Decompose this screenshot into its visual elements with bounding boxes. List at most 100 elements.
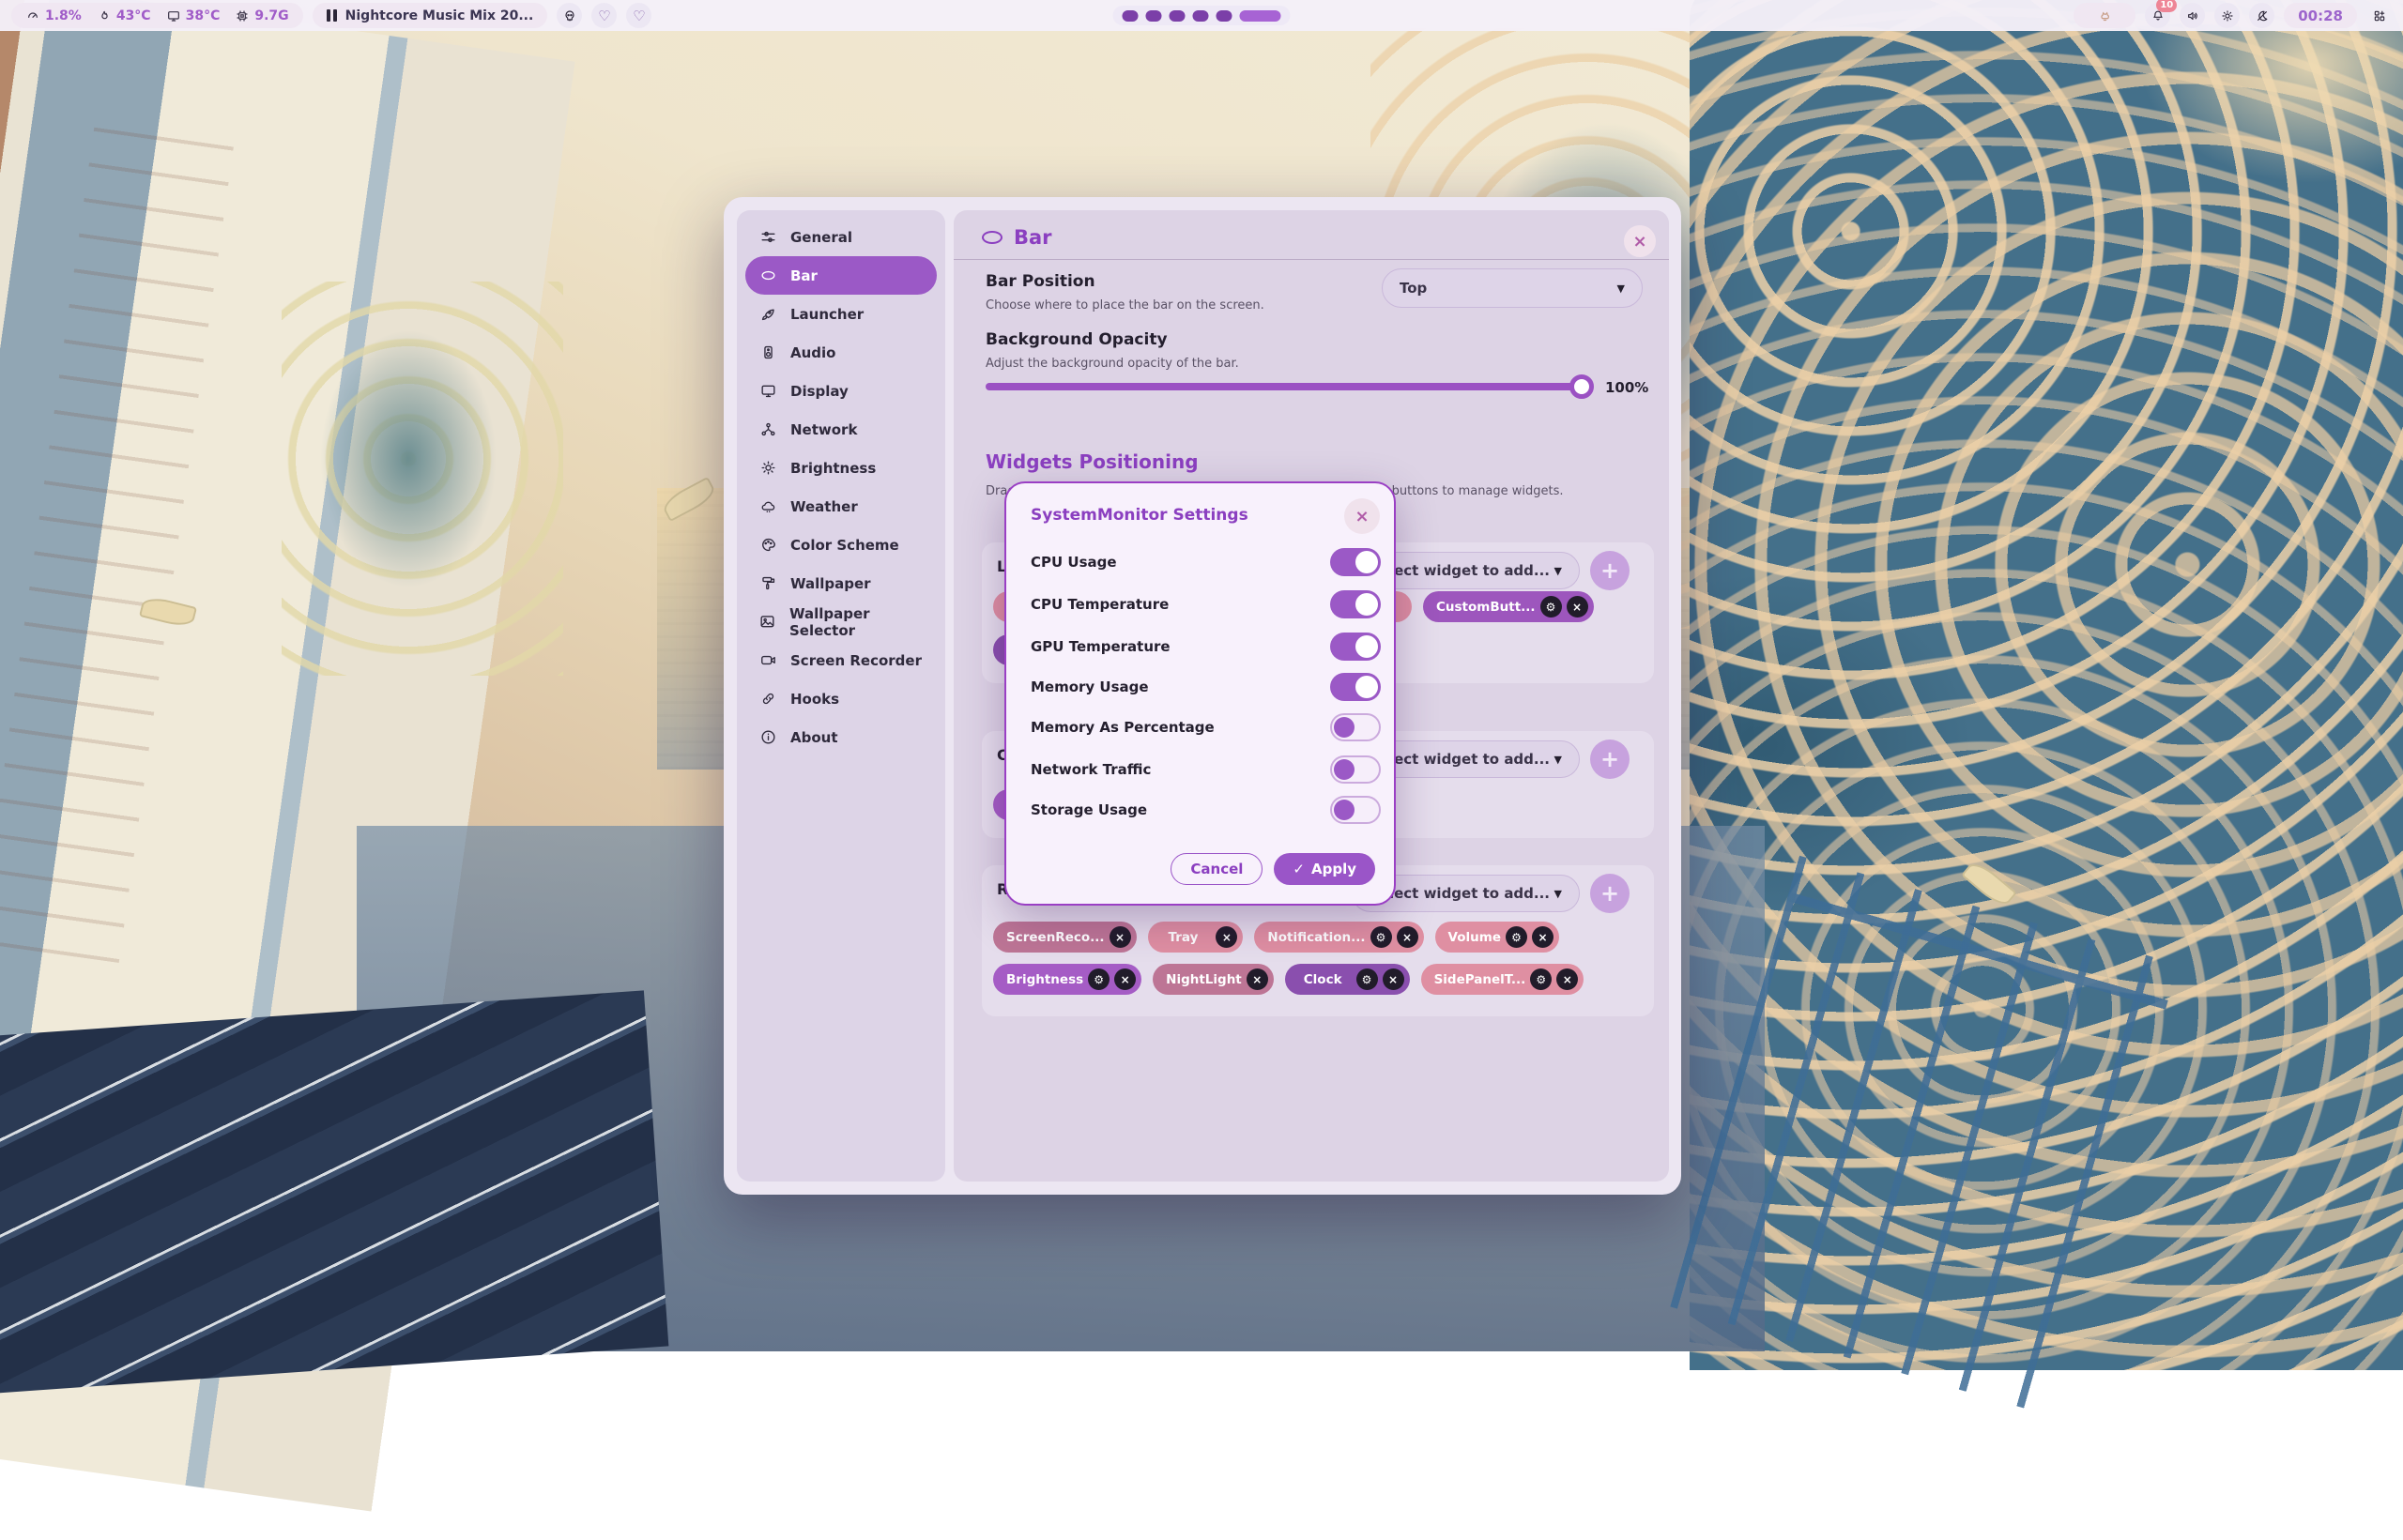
toggle-cpu-temperature[interactable] <box>1330 590 1381 618</box>
cancel-button[interactable]: Cancel <box>1171 853 1263 885</box>
remove-icon[interactable]: × <box>1110 926 1131 948</box>
background-opacity-slider[interactable] <box>986 383 1590 390</box>
workspace-dot[interactable] <box>1146 10 1162 22</box>
gear-icon[interactable]: ⚙ <box>1370 926 1392 948</box>
chip-icon <box>235 8 250 23</box>
sidebar-item-wallpaper-selector[interactable]: Wallpaper Selector <box>745 602 937 641</box>
widget-chip-screenrecorder[interactable]: ScreenReco... × <box>993 922 1137 953</box>
toggle-label: CPU Temperature <box>1031 596 1169 613</box>
workspace-dot[interactable] <box>1170 10 1186 22</box>
remove-icon[interactable]: × <box>1216 926 1237 948</box>
volume-button[interactable] <box>2180 3 2205 28</box>
sidebar-item-bar[interactable]: Bar <box>745 256 937 295</box>
add-widget-button[interactable]: + <box>1590 874 1630 913</box>
toggle-memory-as-percentage[interactable] <box>1330 713 1381 741</box>
apply-button[interactable]: ✓ Apply <box>1274 853 1375 885</box>
remove-icon[interactable]: × <box>1556 968 1578 990</box>
sidebar-item-audio[interactable]: Audio <box>745 333 937 372</box>
night-light-button[interactable] <box>2249 3 2274 28</box>
workspace-dot[interactable] <box>1123 10 1139 22</box>
chip-label: SidePanelT... <box>1434 972 1526 987</box>
sidebar-item-hooks[interactable]: Hooks <box>745 679 937 718</box>
slider-thumb[interactable] <box>1569 374 1594 399</box>
gear-icon[interactable]: ⚙ <box>1088 968 1110 990</box>
chip-label: Brightness <box>1006 972 1083 987</box>
toggle-row: Network Traffic <box>1031 754 1381 785</box>
sidebar-item-color-scheme[interactable]: Color Scheme <box>745 526 937 564</box>
night-light-off-icon <box>2255 8 2270 23</box>
sidebar-item-label: General <box>790 229 852 246</box>
sidebar-item-general[interactable]: General <box>745 218 937 256</box>
gear-icon[interactable]: ⚙ <box>1530 968 1552 990</box>
remove-icon[interactable]: × <box>1383 968 1404 990</box>
tray-app-button[interactable] <box>2074 3 2135 28</box>
monitor-icon <box>166 8 181 23</box>
widget-chip-sidepanel[interactable]: SidePanelT... ⚙ × <box>1421 964 1584 995</box>
sidebar-item-wallpaper[interactable]: Wallpaper <box>745 564 937 602</box>
sidebar-item-launcher[interactable]: Launcher <box>745 295 937 333</box>
widget-chip-notifications[interactable]: Notification... ⚙ × <box>1254 922 1423 953</box>
toggle-label: CPU Usage <box>1031 554 1117 571</box>
close-dialog-button[interactable]: × <box>1344 498 1380 534</box>
system-stats-pill[interactable]: 1.8% 43°C 38°C 9.7G <box>11 3 303 28</box>
brightness-button[interactable] <box>2214 3 2240 28</box>
workspace-active-dot[interactable] <box>1240 10 1281 22</box>
memory-value: 9.7G <box>254 8 288 23</box>
remove-icon[interactable]: × <box>1567 596 1588 618</box>
toggle-row: Memory Usage <box>1031 671 1381 703</box>
widget-chip-volume[interactable]: Volume ⚙ × <box>1435 922 1559 953</box>
toggle-gpu-temperature[interactable] <box>1330 633 1381 661</box>
top-bar: 1.8% 43°C 38°C 9.7G Nightcore Music Mix … <box>0 0 2403 31</box>
gear-icon[interactable]: ⚙ <box>1356 968 1378 990</box>
skull-button[interactable] <box>557 3 582 28</box>
widget-chip-custombutton[interactable]: CustomButt... ⚙ × <box>1423 591 1594 622</box>
chip-label: NightLight <box>1166 972 1242 987</box>
toggle-memory-usage[interactable] <box>1330 673 1381 701</box>
widget-chip-tray[interactable]: Tray × <box>1148 922 1244 953</box>
widget-chip-nightlight[interactable]: NightLight × <box>1153 964 1274 995</box>
remove-icon[interactable]: × <box>1247 968 1268 990</box>
chevron-down-icon: ▼ <box>1617 282 1625 295</box>
background-opacity-label: Background Opacity <box>986 330 1168 349</box>
sidebar-item-display[interactable]: Display <box>745 372 937 410</box>
chip-label: Volume <box>1448 930 1501 945</box>
workspace-indicator[interactable] <box>1113 6 1291 25</box>
toggle-storage-usage[interactable] <box>1330 796 1381 824</box>
sidebar-item-screen-recorder[interactable]: Screen Recorder <box>745 641 937 679</box>
remove-icon[interactable]: × <box>1114 968 1136 990</box>
sidebar-item-weather[interactable]: Weather <box>745 487 937 526</box>
gear-icon[interactable]: ⚙ <box>1540 596 1562 618</box>
media-player-pill[interactable]: Nightcore Music Mix 20... <box>313 3 548 28</box>
notifications-button[interactable]: 10 <box>2145 3 2170 28</box>
toggle-cpu-usage[interactable] <box>1330 548 1381 576</box>
workspace-dot[interactable] <box>1217 10 1232 22</box>
clock-pill[interactable]: 00:28 <box>2284 3 2357 28</box>
remove-icon[interactable]: × <box>1397 926 1418 948</box>
gear-icon[interactable]: ⚙ <box>1506 926 1527 948</box>
sidebar-item-network[interactable]: Network <box>745 410 937 449</box>
widget-chip-clock[interactable]: Clock ⚙ × <box>1285 964 1410 995</box>
heart-button[interactable]: ♡ <box>626 3 651 28</box>
sidebar-item-about[interactable]: About <box>745 718 937 756</box>
cpu-temp-stat: 43°C <box>97 8 151 23</box>
pause-icon <box>327 9 337 22</box>
media-title: Nightcore Music Mix 20... <box>345 8 534 23</box>
bar-position-select[interactable]: Top ▼ <box>1382 268 1643 308</box>
toggle-label: Storage Usage <box>1031 801 1147 818</box>
toggle-network-traffic[interactable] <box>1330 755 1381 784</box>
close-icon: × <box>1355 507 1369 526</box>
dashboard-button[interactable] <box>2366 3 2392 28</box>
sidebar-item-label: About <box>790 729 838 746</box>
sidebar-item-brightness[interactable]: Brightness <box>745 449 937 487</box>
oval-icon <box>758 267 777 285</box>
background-opacity-value: 100% <box>1605 379 1648 396</box>
remove-icon[interactable]: × <box>1532 926 1554 948</box>
add-widget-button[interactable]: + <box>1590 551 1630 590</box>
heart-button[interactable]: ♡ <box>591 3 617 28</box>
close-window-button[interactable]: × <box>1624 225 1656 257</box>
skull-icon <box>562 8 577 23</box>
flame-icon <box>97 8 112 23</box>
widget-chip-brightness[interactable]: Brightness ⚙ × <box>993 964 1141 995</box>
add-widget-button[interactable]: + <box>1590 740 1630 779</box>
workspace-dot[interactable] <box>1193 10 1209 22</box>
